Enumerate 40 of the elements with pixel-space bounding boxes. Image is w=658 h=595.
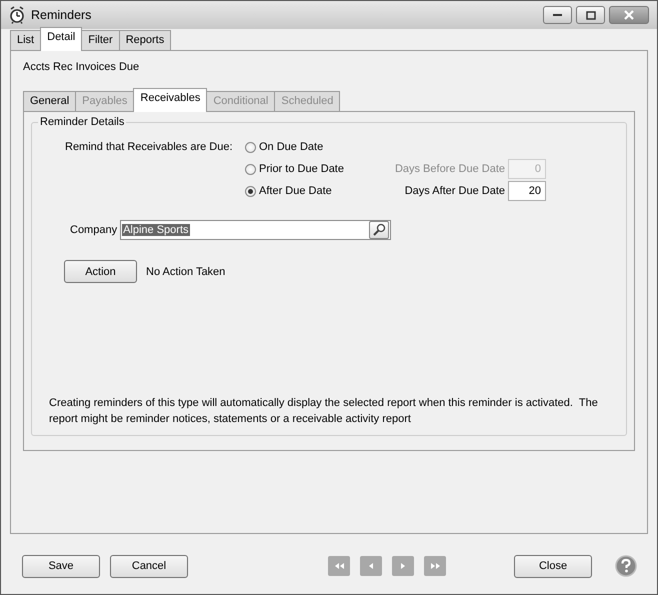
search-icon[interactable]: [369, 221, 390, 239]
save-button[interactable]: Save: [22, 554, 100, 578]
prompt-label: Remind that Receivables are Due:: [64, 140, 234, 153]
radio-button[interactable]: [245, 186, 256, 196]
alarm-clock-icon: [9, 6, 25, 24]
reminder-name: Accts Rec Invoices Due: [23, 61, 140, 75]
maximize-button[interactable]: [576, 6, 605, 24]
radio-label: After Due Date: [259, 185, 332, 197]
company-label: Company: [70, 224, 118, 236]
action-button[interactable]: Action: [64, 260, 137, 283]
close-button[interactable]: [609, 6, 649, 24]
description-text: Creating reminders of this type will automatically display the selected report when this reminder is activated. The report might be reminder notices, statements or a receivable activity report: [49, 396, 599, 427]
tab[interactable]: Receivables: [133, 88, 208, 112]
maximize-icon: [586, 10, 596, 20]
close-button[interactable]: Close: [514, 554, 592, 578]
action-status: No Action Taken: [146, 266, 226, 278]
double-right-arrow-icon: [430, 563, 440, 569]
left-arrow-icon: [369, 563, 373, 569]
group-title: Reminder Details: [39, 116, 126, 128]
company-field[interactable]: Alpine Sports: [120, 220, 392, 240]
tab[interactable]: Detail: [40, 27, 82, 51]
tab[interactable]: General: [23, 91, 76, 111]
radio-label: On Due Date: [259, 141, 324, 153]
radio-button[interactable]: [245, 164, 256, 174]
right-arrow-icon: [401, 563, 405, 569]
radio-label: Prior to Due Date: [259, 163, 344, 175]
number-field[interactable]: 20: [508, 181, 546, 201]
field-label: Days Before Due Date: [394, 163, 505, 175]
help-icon[interactable]: [615, 555, 637, 577]
tab[interactable]: Reports: [118, 30, 172, 50]
field-label: Days After Due Date: [404, 185, 505, 197]
close-icon: [623, 10, 635, 20]
tab[interactable]: List: [10, 30, 42, 50]
minimize-button[interactable]: [543, 6, 572, 24]
window-title: Reminders: [31, 8, 92, 22]
tab[interactable]: Filter: [81, 30, 120, 50]
minimize-icon: [552, 13, 562, 17]
radio-button[interactable]: [245, 142, 256, 152]
double-left-arrow-icon: [334, 563, 344, 569]
cancel-button[interactable]: Cancel: [110, 554, 188, 578]
